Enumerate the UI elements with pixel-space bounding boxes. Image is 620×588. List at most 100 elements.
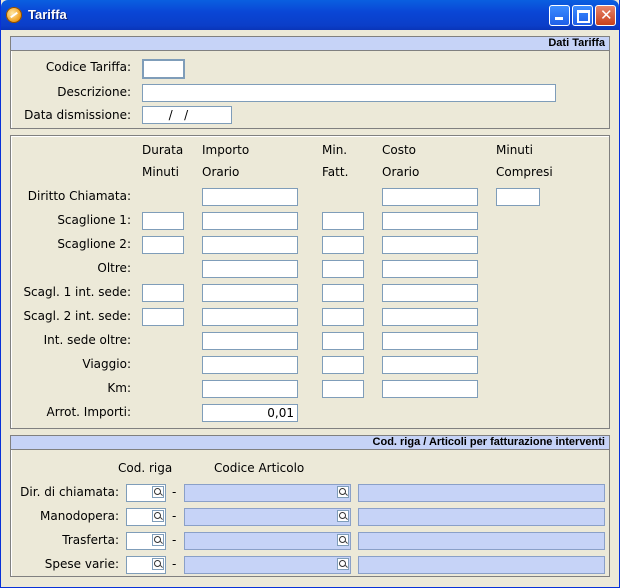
codice-tariffa-label: Codice Tariffa: — [45, 60, 131, 74]
durata-header: Durata — [142, 143, 184, 157]
scaglione-2-min-fatt-input[interactable] — [322, 236, 364, 254]
dir-di-chiamata-codice-articolo-input[interactable] — [184, 484, 351, 502]
scagl-1-int-sede-durata-input[interactable] — [142, 284, 184, 302]
scaglione-2-durata-input[interactable] — [142, 236, 184, 254]
row-label-arrot-importi: Arrot. Importi: — [46, 405, 131, 419]
row-label-km: Km: — [107, 381, 131, 395]
row-label-viaggio: Viaggio: — [82, 357, 131, 371]
km-costo-input[interactable] — [382, 380, 478, 398]
minuti-compresi-header: Minuti — [496, 143, 533, 157]
oltre-min-fatt-input[interactable] — [322, 260, 364, 278]
dati-tariffa-panel: Dati Tariffa Codice Tariffa: Descrizione… — [10, 36, 610, 129]
lookup-icon[interactable] — [337, 558, 349, 570]
close-icon: ✕ — [600, 6, 613, 24]
int-sede-oltre-importo-input[interactable] — [202, 332, 298, 350]
arrot-importi-importo-input[interactable]: 0,01 — [202, 404, 298, 422]
compresi-header: Compresi — [496, 165, 553, 179]
descrizione-label: Descrizione: — [57, 85, 131, 99]
row-label-diritto-chiamata: Diritto Chiamata: — [27, 189, 131, 203]
row-label-scagl-1-int-sede: Scagl. 1 int. sede: — [23, 285, 131, 299]
codice-articolo-header: Codice Articolo — [214, 461, 305, 475]
descrizione-input[interactable] — [142, 84, 556, 102]
oltre-costo-input[interactable] — [382, 260, 478, 278]
lookup-icon[interactable] — [337, 534, 349, 546]
articolo-label-trasferta: Trasferta: — [62, 533, 119, 547]
dati-tariffa-header: Dati Tariffa — [11, 37, 609, 51]
scagl-1-int-sede-importo-input[interactable] — [202, 284, 298, 302]
scaglione-2-importo-input[interactable] — [202, 236, 298, 254]
articolo-label-spese-varie: Spese varie: — [44, 557, 119, 571]
trasferta-cod-riga-input[interactable] — [126, 532, 166, 550]
manodopera-codice-articolo-input[interactable] — [184, 508, 351, 526]
trasferta-codice-articolo-input[interactable] — [184, 532, 351, 550]
lookup-icon[interactable] — [152, 510, 164, 522]
lookup-icon[interactable] — [152, 558, 164, 570]
spese-varie-descrizione-articolo — [358, 556, 605, 574]
tariffe-panel: Durata Minuti Importo Orario Min. Fatt. … — [10, 135, 610, 429]
row-label-int-sede-oltre: Int. sede oltre: — [43, 333, 131, 347]
viaggio-min-fatt-input[interactable] — [322, 356, 364, 374]
scagl-1-int-sede-costo-input[interactable] — [382, 284, 478, 302]
costo-header: Costo — [382, 143, 417, 157]
minimize-icon — [555, 17, 563, 20]
dir-di-chiamata-descrizione-articolo — [358, 484, 605, 502]
manodopera-descrizione-articolo — [358, 508, 605, 526]
articolo-label-manodopera: Manodopera: — [40, 509, 119, 523]
scaglione-1-durata-input[interactable] — [142, 212, 184, 230]
manodopera-cod-riga-input[interactable] — [126, 508, 166, 526]
close-button[interactable]: ✕ — [595, 5, 616, 26]
app-icon — [6, 7, 22, 23]
lookup-icon[interactable] — [337, 486, 349, 498]
importo-header: Importo — [202, 143, 250, 157]
data-dismissione-label: Data dismissione: — [24, 108, 131, 122]
lookup-icon[interactable] — [337, 510, 349, 522]
scagl-2-int-sede-importo-input[interactable] — [202, 308, 298, 326]
lookup-icon[interactable] — [152, 534, 164, 546]
spese-varie-cod-riga-input[interactable] — [126, 556, 166, 574]
diritto-chiamata-minuti-compresi-input[interactable] — [496, 188, 540, 206]
maximize-button[interactable] — [572, 5, 593, 26]
scaglione-2-costo-input[interactable] — [382, 236, 478, 254]
costo-orario-header: Orario — [382, 165, 420, 179]
lookup-icon[interactable] — [152, 486, 164, 498]
diritto-chiamata-importo-input[interactable] — [202, 188, 298, 206]
tariffa-window: Tariffa ✕ Dati Tariffa Codice Tariffa: D… — [0, 0, 620, 588]
minimize-button[interactable] — [549, 5, 570, 26]
scagl-2-int-sede-min-fatt-input[interactable] — [322, 308, 364, 326]
row-label-oltre: Oltre: — [97, 261, 131, 275]
int-sede-oltre-min-fatt-input[interactable] — [322, 332, 364, 350]
window-title: Tariffa — [28, 7, 67, 22]
row-label-scaglione-1: Scaglione 1: — [57, 213, 131, 227]
separator-dash: - — [172, 557, 177, 571]
articoli-panel: Cod. riga / Articoli per fatturazione in… — [10, 435, 610, 577]
data-dismissione-input[interactable]: / / — [142, 106, 232, 124]
km-importo-input[interactable] — [202, 380, 298, 398]
viaggio-importo-input[interactable] — [202, 356, 298, 374]
km-min-fatt-input[interactable] — [322, 380, 364, 398]
scagl-2-int-sede-costo-input[interactable] — [382, 308, 478, 326]
oltre-importo-input[interactable] — [202, 260, 298, 278]
diritto-chiamata-costo-input[interactable] — [382, 188, 478, 206]
scagl-1-int-sede-min-fatt-input[interactable] — [322, 284, 364, 302]
row-label-scagl-2-int-sede: Scagl. 2 int. sede: — [23, 309, 131, 323]
dir-di-chiamata-cod-riga-input[interactable] — [126, 484, 166, 502]
importo-orario-header: Orario — [202, 165, 240, 179]
int-sede-oltre-costo-input[interactable] — [382, 332, 478, 350]
codice-tariffa-input[interactable] — [142, 59, 185, 79]
viaggio-costo-input[interactable] — [382, 356, 478, 374]
title-bar[interactable]: Tariffa ✕ — [1, 0, 619, 30]
scaglione-1-min-fatt-input[interactable] — [322, 212, 364, 230]
minuti-header: Minuti — [142, 165, 179, 179]
maximize-icon — [577, 10, 590, 23]
scaglione-1-costo-input[interactable] — [382, 212, 478, 230]
separator-dash: - — [172, 533, 177, 547]
scaglione-1-importo-input[interactable] — [202, 212, 298, 230]
spese-varie-codice-articolo-input[interactable] — [184, 556, 351, 574]
fatt-header: Fatt. — [322, 165, 349, 179]
separator-dash: - — [172, 509, 177, 523]
cod-riga-header: Cod. riga — [118, 461, 173, 475]
separator-dash: - — [172, 485, 177, 499]
articoli-header: Cod. riga / Articoli per fatturazione in… — [11, 436, 609, 450]
row-label-scaglione-2: Scaglione 2: — [57, 237, 131, 251]
scagl-2-int-sede-durata-input[interactable] — [142, 308, 184, 326]
